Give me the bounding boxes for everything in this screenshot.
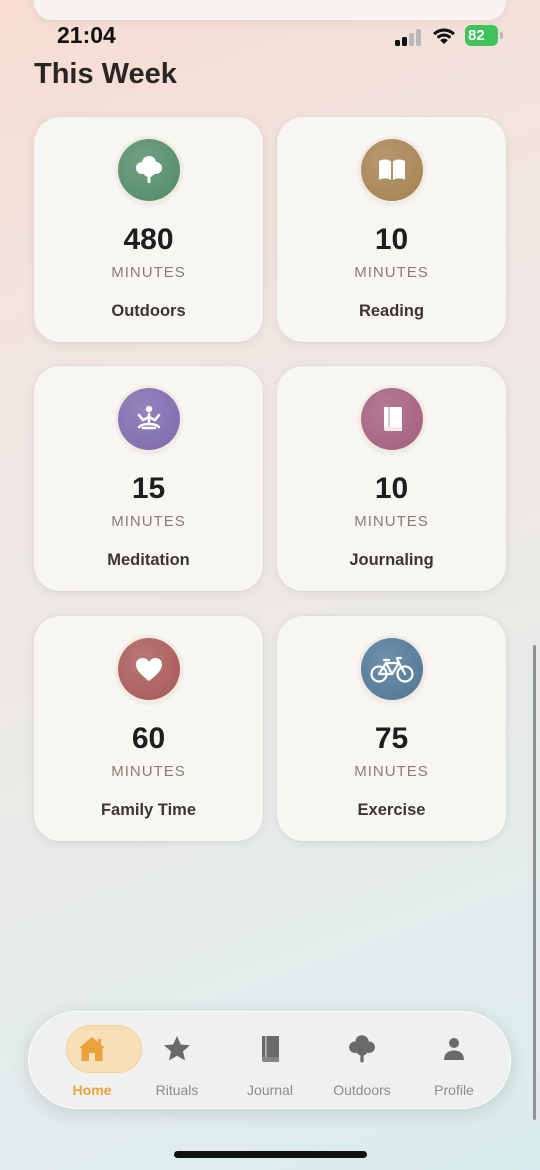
meditation-icon <box>118 388 180 450</box>
battery-level: 82 <box>465 25 498 46</box>
tab-journal[interactable]: Journal <box>225 1011 315 1109</box>
status-time: 21:04 <box>57 22 116 48</box>
activity-unit: MINUTES <box>111 513 186 530</box>
tab-label: Outdoors <box>333 1082 391 1098</box>
activity-label: Outdoors <box>111 302 186 320</box>
activity-label: Journaling <box>349 551 434 569</box>
activity-value: 480 <box>123 223 174 256</box>
activity-value: 10 <box>374 472 409 505</box>
activity-value: 10 <box>374 223 409 256</box>
activity-card-journaling[interactable]: 10 MINUTES Journaling <box>277 366 506 591</box>
activity-label: Reading <box>358 302 425 320</box>
activity-unit: MINUTES <box>354 264 429 281</box>
tab-label: Journal <box>247 1082 293 1098</box>
tab-home[interactable]: Home <box>47 1011 142 1109</box>
tab-rituals[interactable]: Rituals <box>132 1011 222 1109</box>
tab-label: Home <box>72 1082 112 1098</box>
activity-unit: MINUTES <box>354 513 429 530</box>
page-title: This Week <box>34 58 177 90</box>
activity-unit: MINUTES <box>354 763 429 780</box>
activity-value: 60 <box>131 722 166 755</box>
tab-profile[interactable]: Profile <box>409 1011 499 1109</box>
journal-icon <box>361 388 423 450</box>
person-icon <box>438 1033 470 1065</box>
activity-unit: MINUTES <box>111 264 186 281</box>
activity-card-family-time[interactable]: 60 MINUTES Family Time <box>34 616 263 841</box>
scroll-indicator[interactable] <box>533 645 536 1120</box>
activity-label: Meditation <box>107 551 190 569</box>
tab-outdoors[interactable]: Outdoors <box>317 1011 407 1109</box>
activity-label: Family Time <box>100 801 197 819</box>
battery-icon: 82 <box>465 25 503 46</box>
home-indicator <box>174 1151 367 1158</box>
activity-value: 15 <box>131 472 166 505</box>
activity-card-exercise[interactable]: 75 MINUTES Exercise <box>277 616 506 841</box>
tab-bar: Home Rituals Journal Outdoors Profile <box>28 1011 511 1109</box>
journal-icon <box>254 1033 286 1065</box>
activity-unit: MINUTES <box>111 763 186 780</box>
activity-label: Exercise <box>357 801 426 819</box>
activity-card-meditation[interactable]: 15 MINUTES Meditation <box>34 366 263 591</box>
book-open-icon <box>361 139 423 201</box>
activity-value: 75 <box>374 722 409 755</box>
heart-icon <box>118 638 180 700</box>
tab-label: Rituals <box>155 1082 199 1098</box>
wifi-icon <box>433 28 455 44</box>
activity-card-reading[interactable]: 10 MINUTES Reading <box>277 117 506 342</box>
bicycle-icon <box>361 638 423 700</box>
tab-label: Profile <box>434 1082 474 1098</box>
activity-card-outdoors[interactable]: 480 MINUTES Outdoors <box>34 117 263 342</box>
tree-icon <box>118 139 180 201</box>
cellular-signal-icon <box>395 28 423 46</box>
tree-icon <box>346 1033 378 1065</box>
home-icon <box>76 1033 108 1065</box>
star-icon <box>161 1033 193 1065</box>
